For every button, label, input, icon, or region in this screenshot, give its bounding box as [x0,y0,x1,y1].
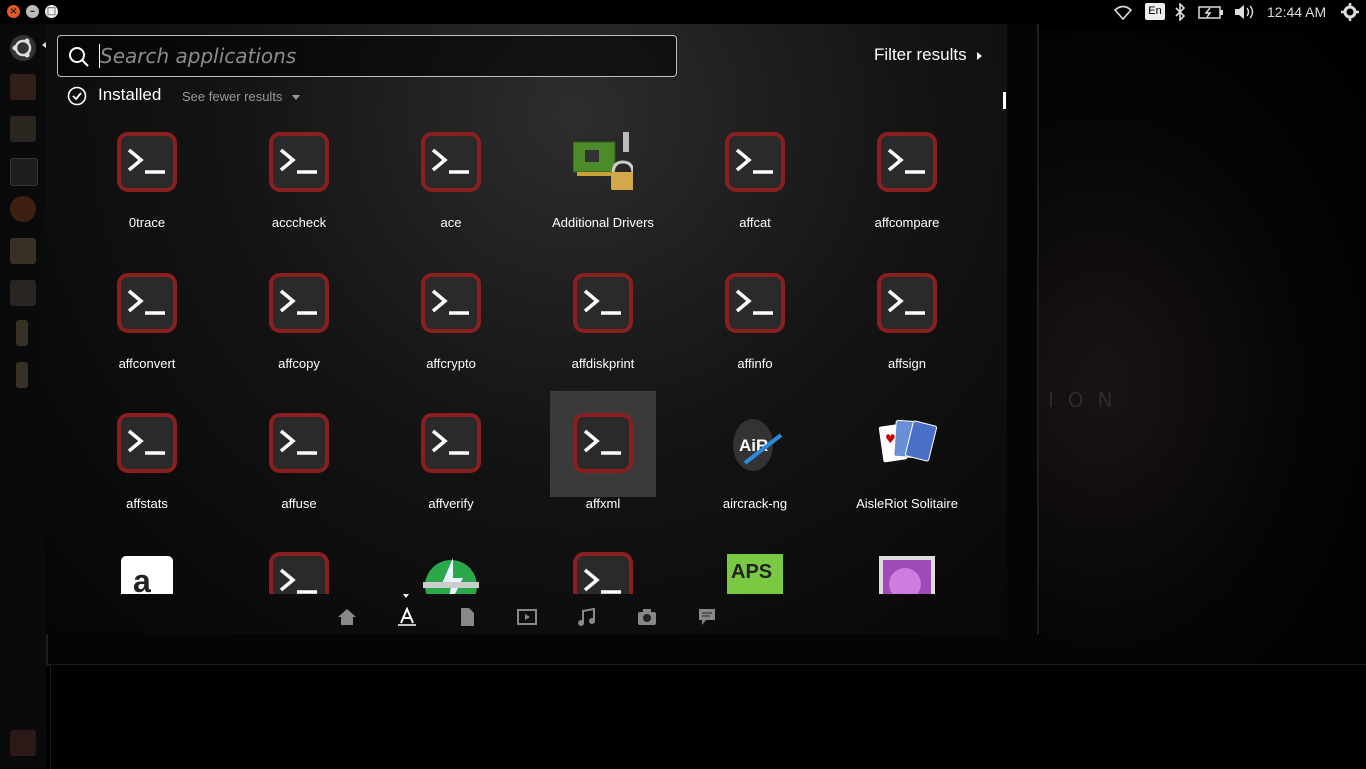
app-label: affverify [428,496,474,511]
scrollbar[interactable] [1003,92,1006,109]
app-label: affcopy [278,356,320,371]
terminal-icon [421,413,481,473]
terminal-icon [573,273,633,333]
image-viewer-icon [877,552,937,594]
app-label: affuse [281,496,317,511]
terminal-icon [269,552,329,594]
app-tile[interactable]: ace [398,126,504,232]
app-label: AisleRiot Solitaire [856,496,958,511]
app-tile[interactable]: affxml [550,391,656,511]
aps-icon: APS [725,552,785,594]
app-label: affcompare [874,215,940,230]
app-tile[interactable]: Additional Drivers [550,126,656,232]
drivers-icon [572,132,635,192]
home-lens-icon[interactable] [336,606,358,628]
battery-icon[interactable] [1198,6,1224,19]
files-lens-icon[interactable] [456,606,478,628]
clock[interactable]: 12:44 AM [1267,0,1326,24]
social-lens-icon[interactable] [696,606,718,628]
app-tile[interactable]: affstats [94,391,200,511]
svg-text:APS: APS [731,561,772,583]
terminal-icon [117,132,177,192]
terminal-icon [877,132,937,192]
dash-frame [1007,24,1039,666]
terminal-icon [269,132,329,192]
app-tile[interactable]: affinfo [702,267,808,373]
applications-lens-icon[interactable] [396,606,418,628]
app-tile[interactable]: acccheck [246,126,352,232]
terminal-icon [725,132,785,192]
amazon-icon: a [117,552,177,594]
app-tile[interactable]: affcopy [246,267,352,373]
lightning-icon [421,552,481,594]
terminal-icon [421,132,481,192]
terminal-icon [117,413,177,473]
svg-text:AiR: AiR [739,436,768,455]
terminal-icon [421,273,481,333]
app-tile[interactable]: affconvert [94,267,200,373]
app-tile[interactable]: 0trace [94,126,200,232]
active-lens-marker [403,594,409,598]
trash-icon[interactable] [10,730,36,756]
app-label: affinfo [737,356,773,371]
terminal-icon [573,413,633,473]
app-tile[interactable] [398,546,504,594]
app-tile[interactable]: ♥ AisleRiot Solitaire [854,391,960,511]
app-label: affsign [887,356,927,371]
app-tile[interactable]: AiR aircrack-ng [702,391,808,511]
terminal-icon [725,273,785,333]
app-label: affconvert [118,356,176,371]
app-tile[interactable]: APS [702,546,808,594]
app-tile[interactable]: affuse [246,391,352,511]
app-label: 0trace [128,215,166,230]
terminal-icon [877,273,937,333]
app-label: acccheck [271,215,327,230]
app-tile[interactable]: affcompare [854,126,960,232]
app-label: Additional Drivers [552,215,654,230]
music-lens-icon[interactable] [576,606,598,628]
terminal-icon [269,413,329,473]
app-label: ace [440,215,462,230]
wifi-icon[interactable] [1113,4,1133,20]
background-window [1037,30,1366,670]
app-tile[interactable] [246,546,352,594]
app-label: affcat [739,215,771,230]
app-tile[interactable]: affverify [398,391,504,511]
app-tile[interactable] [550,546,656,594]
terminal-icon [269,273,329,333]
svg-text:a: a [133,563,151,594]
photo-lens-icon[interactable] [636,606,658,628]
cards-icon: ♥ [877,413,938,473]
bluetooth-icon[interactable] [1174,3,1186,21]
app-tile[interactable]: affcrypto [398,267,504,373]
app-tile[interactable]: a [94,546,200,594]
video-lens-icon[interactable] [516,606,538,628]
aircrack-icon: AiR [725,413,785,473]
app-grid: 0trace acccheck ace Additional Drivers affca… [0,0,1000,594]
app-tile[interactable]: affdiskprint [550,267,656,373]
terminal-icon [573,552,633,594]
volume-icon[interactable] [1234,4,1256,20]
app-label: affdiskprint [571,356,635,371]
keyboard-icon[interactable]: En [1145,3,1165,20]
app-tile[interactable]: affcat [702,126,808,232]
app-tile[interactable]: affsign [854,267,960,373]
desktop-area [50,664,1366,769]
app-label: aircrack-ng [722,496,788,511]
terminal-icon [117,273,177,333]
svg-text:♥: ♥ [885,432,896,446]
session-gear-icon[interactable] [1341,3,1359,21]
app-label: affstats [126,496,168,511]
app-label: affxml [585,496,621,511]
app-label: affcrypto [426,356,476,371]
app-tile[interactable] [854,546,960,594]
dash-frame [46,634,1039,666]
